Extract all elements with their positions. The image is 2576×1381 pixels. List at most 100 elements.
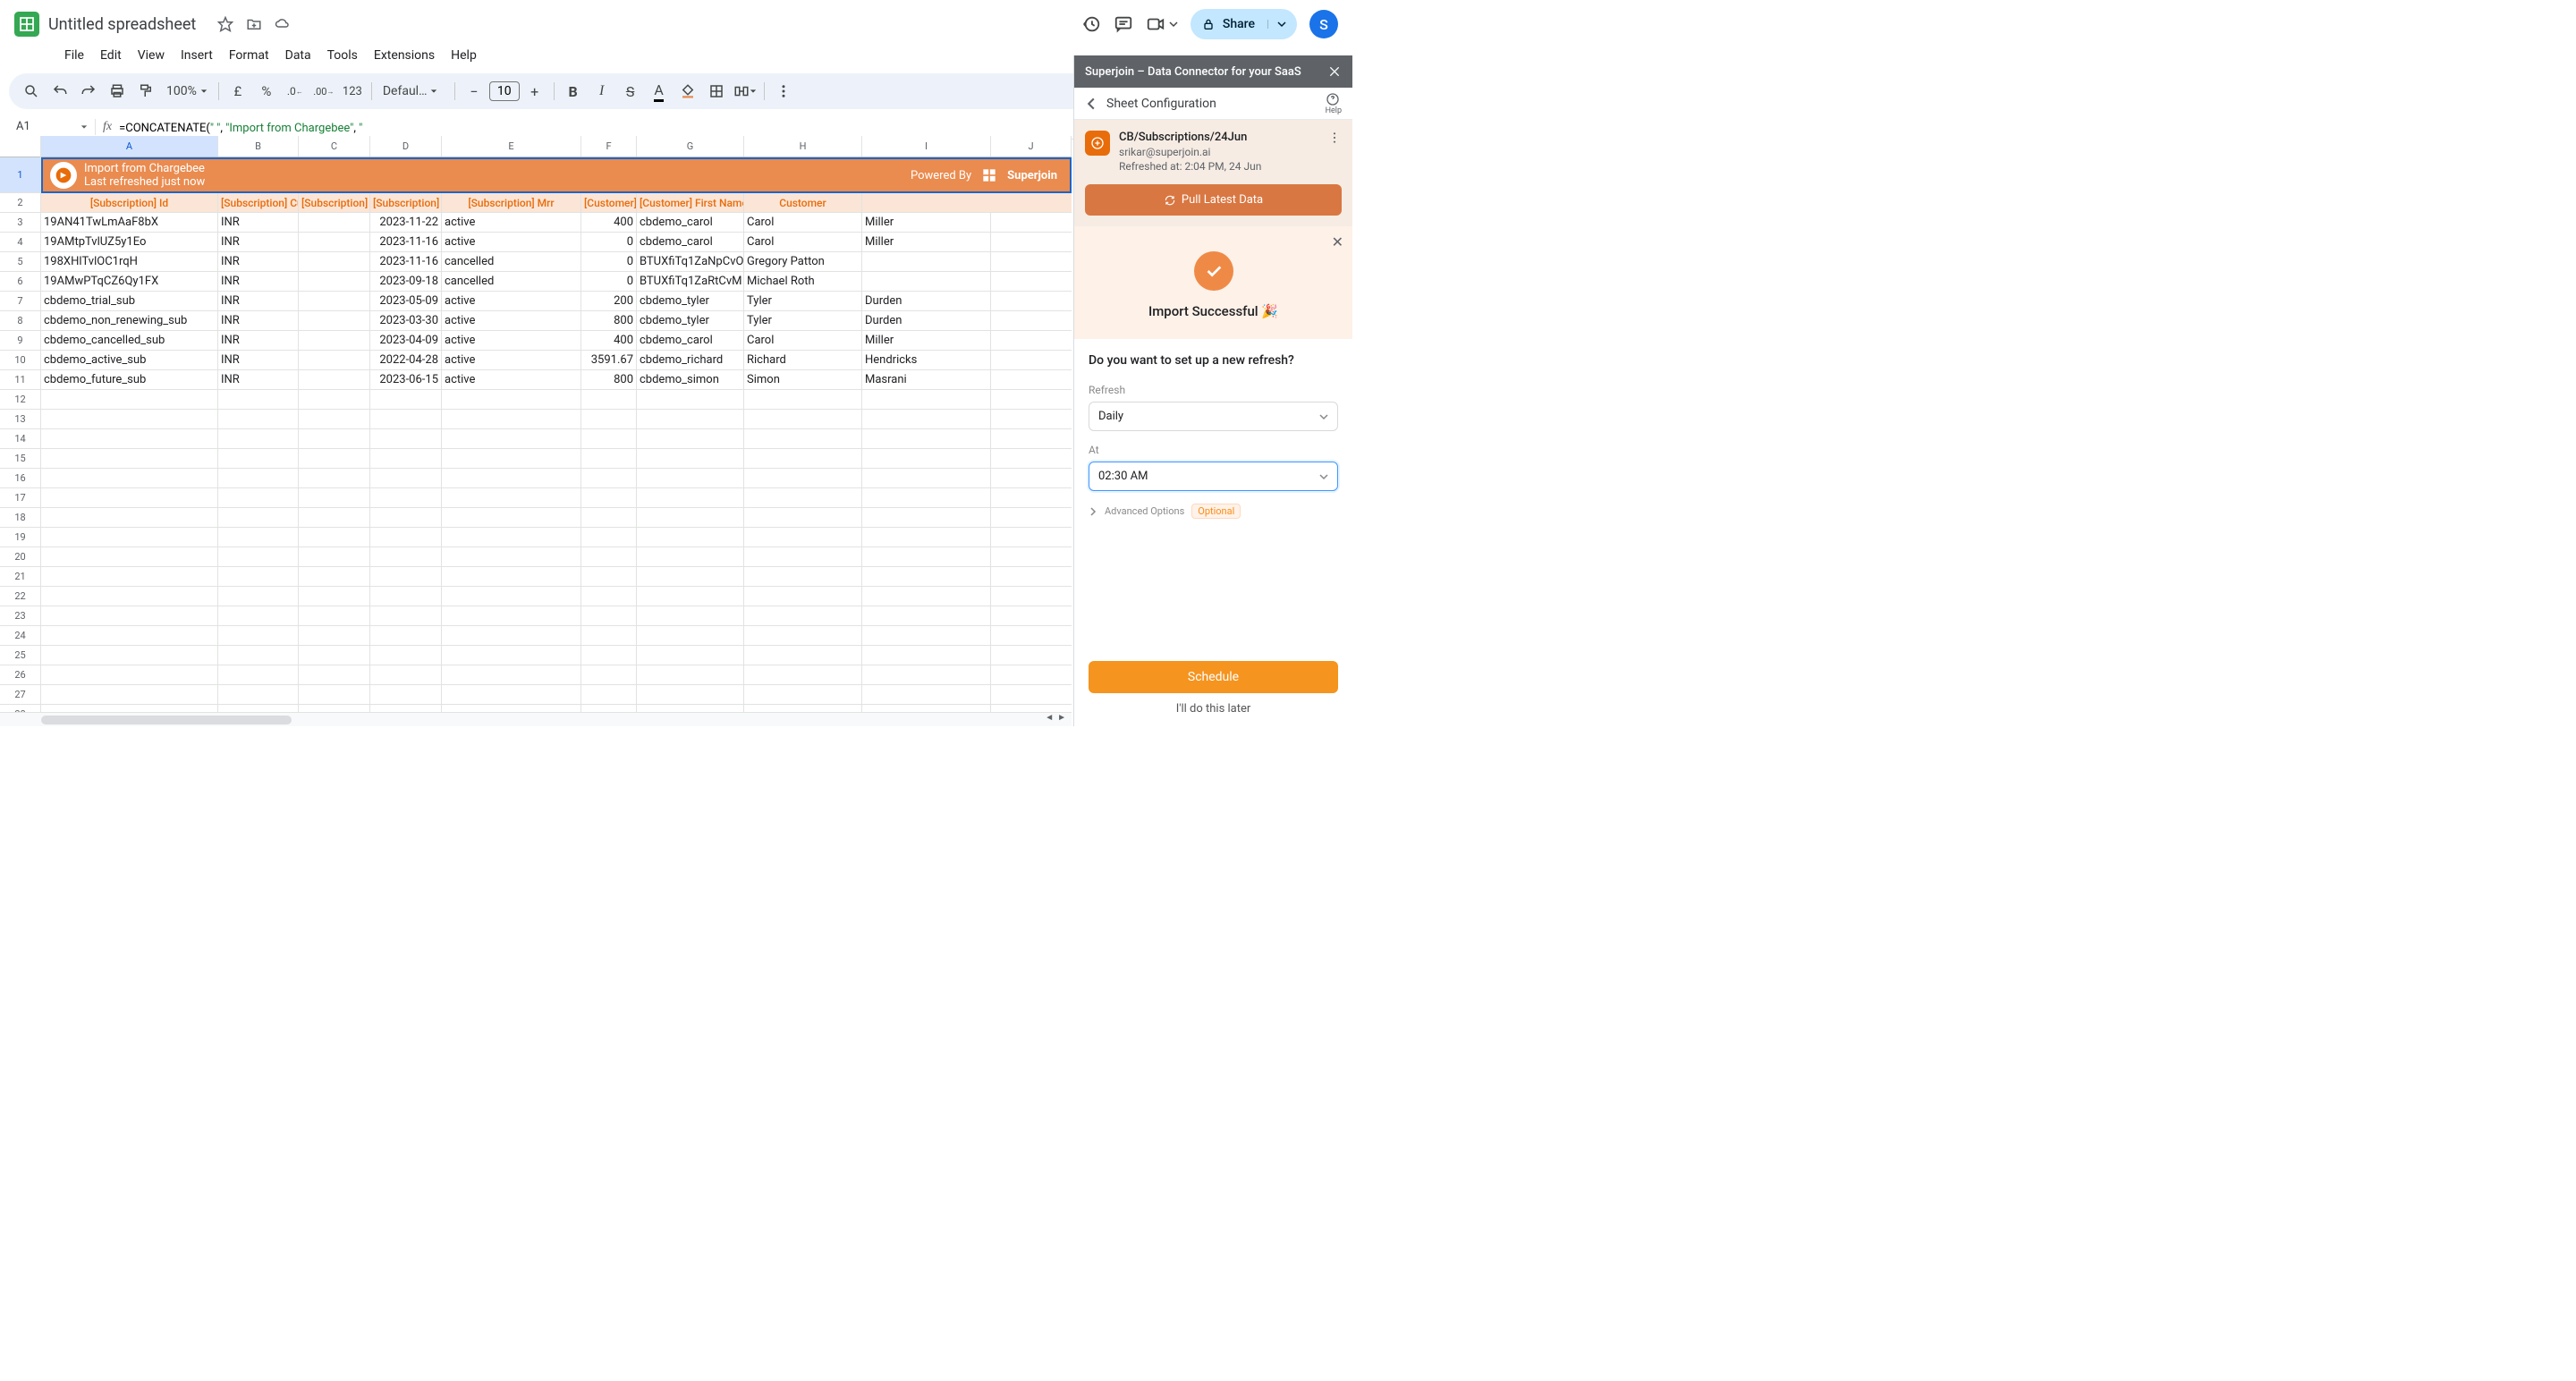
cell[interactable]	[581, 449, 637, 468]
row-header[interactable]: 9	[0, 331, 40, 351]
cell[interactable]	[299, 429, 370, 448]
meet-icon[interactable]	[1146, 14, 1165, 34]
cell[interactable]	[581, 646, 637, 665]
menu-format[interactable]: Format	[222, 45, 276, 66]
header-cell[interactable]: [Subscription] Status	[370, 193, 442, 212]
menu-file[interactable]: File	[57, 45, 91, 66]
cell[interactable]	[862, 508, 991, 527]
cell[interactable]	[299, 449, 370, 468]
cell[interactable]	[299, 626, 370, 645]
cell[interactable]	[299, 606, 370, 625]
cell[interactable]	[41, 547, 218, 566]
increase-decimal-button[interactable]: .00→	[310, 78, 337, 105]
cell[interactable]	[370, 528, 442, 546]
cell[interactable]	[370, 705, 442, 712]
cell[interactable]: Richard	[744, 351, 862, 369]
cell[interactable]	[299, 351, 370, 369]
share-button[interactable]: Share	[1191, 9, 1297, 39]
refresh-frequency-select[interactable]: Daily	[1089, 402, 1338, 431]
cell[interactable]: 2023-04-09	[370, 331, 442, 350]
cell[interactable]	[442, 390, 581, 409]
cell[interactable]	[581, 469, 637, 487]
horizontal-scrollbar[interactable]	[41, 716, 292, 724]
cell[interactable]: 200	[581, 292, 637, 310]
column-header[interactable]: H	[744, 136, 862, 157]
cell[interactable]	[370, 410, 442, 428]
do-later-link[interactable]: I'll do this later	[1089, 702, 1338, 716]
cell[interactable]	[299, 213, 370, 232]
cell[interactable]: INR	[218, 311, 299, 330]
row-header[interactable]: 4	[0, 233, 40, 252]
cell[interactable]	[744, 390, 862, 409]
cell[interactable]: 0	[581, 252, 637, 271]
cell[interactable]: Carol	[744, 233, 862, 251]
cell[interactable]: Tyler	[744, 311, 862, 330]
header-cell[interactable]: [Subscription] Id	[41, 193, 218, 212]
menu-data[interactable]: Data	[278, 45, 318, 66]
cell[interactable]	[218, 488, 299, 507]
more-button[interactable]	[770, 78, 797, 105]
cell[interactable]	[862, 567, 991, 586]
cell[interactable]	[581, 567, 637, 586]
cell[interactable]: 2023-05-09	[370, 292, 442, 310]
header-cell[interactable]: [Customer] First Name	[637, 193, 744, 212]
cell[interactable]: active	[442, 351, 581, 369]
percent-button[interactable]: %	[253, 78, 280, 105]
cell[interactable]	[299, 685, 370, 704]
row-header[interactable]: 3	[0, 213, 40, 233]
cell[interactable]	[370, 390, 442, 409]
cell[interactable]: Simon	[744, 370, 862, 389]
header-cell[interactable]: [Subscription] Started At	[299, 193, 370, 212]
cell[interactable]	[41, 528, 218, 546]
cell[interactable]	[442, 705, 581, 712]
cloud-icon[interactable]	[275, 16, 291, 32]
cell[interactable]	[581, 508, 637, 527]
row-header[interactable]: 19	[0, 528, 40, 547]
currency-button[interactable]: £	[225, 78, 251, 105]
cell[interactable]	[637, 646, 744, 665]
cell[interactable]	[862, 665, 991, 684]
cell[interactable]	[862, 429, 991, 448]
paint-format-icon[interactable]	[132, 78, 159, 105]
column-header[interactable]: C	[299, 136, 370, 157]
redo-icon[interactable]	[75, 78, 102, 105]
cell[interactable]	[744, 547, 862, 566]
cell[interactable]	[862, 646, 991, 665]
cell[interactable]	[41, 626, 218, 645]
cell[interactable]: Michael Roth	[744, 272, 862, 291]
cell[interactable]	[442, 429, 581, 448]
cell[interactable]	[637, 429, 744, 448]
cell[interactable]	[862, 252, 991, 271]
row-header[interactable]: 7	[0, 292, 40, 311]
cell[interactable]	[299, 469, 370, 487]
cell[interactable]	[299, 272, 370, 291]
cell[interactable]	[637, 606, 744, 625]
cell[interactable]: 400	[581, 331, 637, 350]
cell[interactable]	[299, 567, 370, 586]
cell[interactable]	[744, 606, 862, 625]
header-cell[interactable]: [Subscription] Mrr	[442, 193, 581, 212]
cell[interactable]: active	[442, 233, 581, 251]
cell[interactable]	[370, 488, 442, 507]
cell[interactable]	[442, 449, 581, 468]
cell[interactable]	[581, 488, 637, 507]
cell[interactable]	[581, 528, 637, 546]
column-header[interactable]: G	[637, 136, 744, 157]
cell[interactable]	[41, 685, 218, 704]
cell[interactable]	[299, 370, 370, 389]
column-header[interactable]: J	[991, 136, 1072, 157]
close-icon[interactable]	[1327, 64, 1342, 79]
menu-edit[interactable]: Edit	[93, 45, 129, 66]
cell[interactable]	[299, 331, 370, 350]
cell[interactable]	[862, 705, 991, 712]
cell[interactable]	[370, 429, 442, 448]
cell[interactable]	[581, 685, 637, 704]
cell[interactable]: cbdemo_cancelled_sub	[41, 331, 218, 350]
cell[interactable]	[442, 646, 581, 665]
cell[interactable]: cbdemo_active_sub	[41, 351, 218, 369]
cell[interactable]: 400	[581, 213, 637, 232]
cell[interactable]: INR	[218, 351, 299, 369]
cell[interactable]: INR	[218, 292, 299, 310]
cell[interactable]	[218, 528, 299, 546]
cell[interactable]	[862, 469, 991, 487]
